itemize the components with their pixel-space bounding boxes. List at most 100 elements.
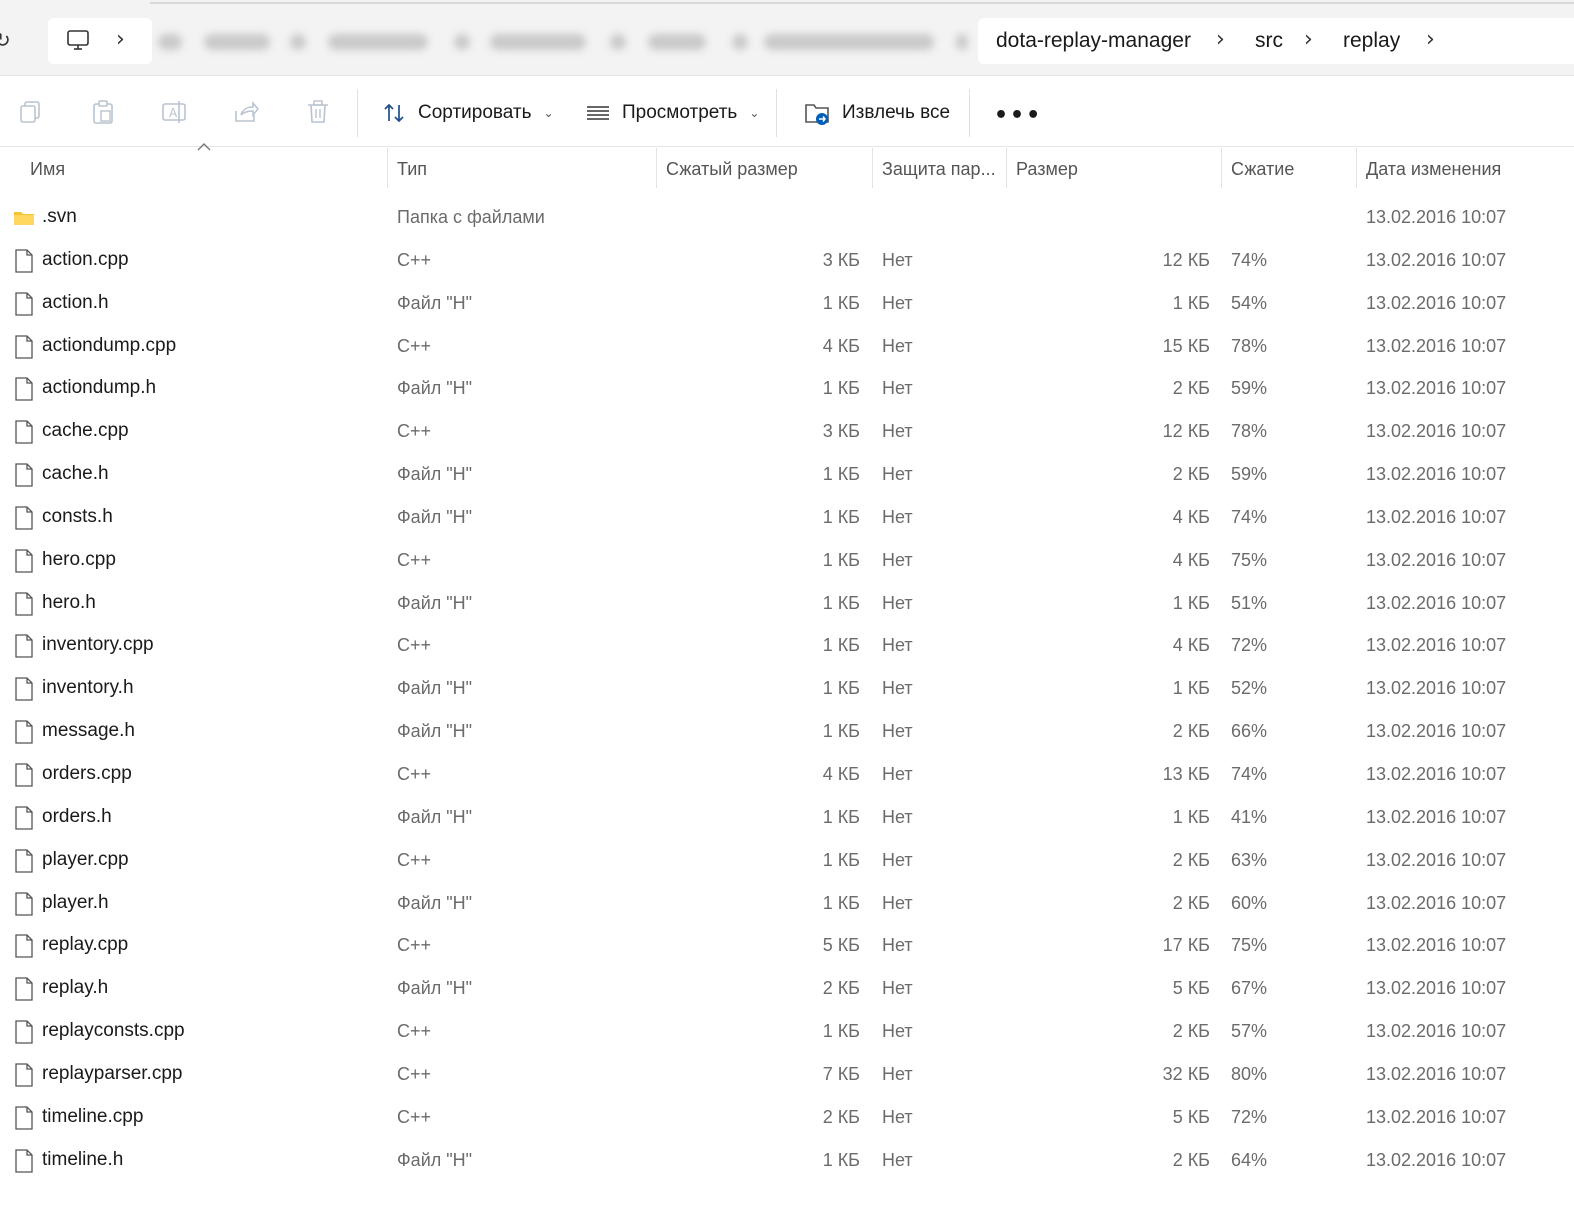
file-date-modified: 13.02.2016 10:07 <box>1366 763 1507 784</box>
view-button[interactable]: Просмотреть ⌄ <box>586 97 759 129</box>
file-password-protected: Нет <box>882 249 913 270</box>
file-row[interactable]: cache.cpp C++ 3 КБ Нет 12 КБ 78% 13.02.2016 10… <box>0 410 1574 453</box>
column-header-date-modified[interactable]: Дата изменения <box>1356 148 1574 192</box>
file-compressed-size: 1 КБ <box>822 464 860 485</box>
file-row[interactable]: hero.cpp C++ 1 КБ Нет 4 КБ 75% 13.02.2016 10:0… <box>0 539 1574 582</box>
file-row[interactable]: message.h Файл "H" 1 КБ Нет 2 КБ 66% 13.02.201… <box>0 710 1574 753</box>
paste-icon[interactable] <box>90 99 116 125</box>
column-header-name[interactable]: Имя <box>20 148 386 192</box>
file-size: 12 КБ <box>1162 249 1210 270</box>
file-size: 2 КБ <box>1172 721 1210 742</box>
chevron-right-icon[interactable]: › <box>1304 28 1320 52</box>
column-header-type[interactable]: Тип <box>387 148 655 192</box>
command-bar: A Сортировать ⌄ Просмотреть ⌄ Извлечь вс… <box>0 77 1574 147</box>
file-ratio: 75% <box>1231 549 1268 570</box>
file-type: Файл "H" <box>397 464 473 485</box>
extract-all-button[interactable]: Извлечь все <box>804 97 950 129</box>
file-row[interactable]: hero.h Файл "H" 1 КБ Нет 1 КБ 51% 13.02.2016 1… <box>0 582 1574 625</box>
chevron-right-icon[interactable]: › <box>116 28 132 52</box>
file-compressed-size: 4 КБ <box>822 335 860 356</box>
file-name: .svn <box>42 206 77 227</box>
file-row[interactable]: replayparser.cpp C++ 7 КБ Нет 32 КБ 80% 13.02.… <box>0 1053 1574 1096</box>
file-type: Файл "H" <box>397 1149 473 1170</box>
file-size <box>1010 196 1210 239</box>
file-type: C++ <box>397 1021 432 1042</box>
file-row[interactable]: replay.cpp C++ 5 КБ Нет 17 КБ 75% 13.02.2016 1… <box>0 924 1574 967</box>
chevron-right-icon[interactable]: › <box>1426 28 1442 52</box>
file-date-modified: 13.02.2016 10:07 <box>1366 378 1507 399</box>
column-header-compressed-size[interactable]: Сжатый размер <box>656 148 871 192</box>
column-header-size[interactable]: Размер <box>1006 148 1220 192</box>
file-row[interactable]: inventory.h Файл "H" 1 КБ Нет 1 КБ 52% 13.02.2… <box>0 667 1574 710</box>
copy-icon[interactable] <box>18 99 44 125</box>
file-size: 4 КБ <box>1172 506 1210 527</box>
breadcrumb-dota-replay-manager[interactable]: dota-replay-manager <box>996 28 1191 54</box>
file-row[interactable]: cache.h Файл "H" 1 КБ Нет 2 КБ 59% 13.02.2016 … <box>0 453 1574 496</box>
file-name: action.cpp <box>42 248 129 270</box>
rename-icon[interactable]: A <box>161 99 187 125</box>
file-size: 15 КБ <box>1162 335 1210 356</box>
column-header-ratio[interactable]: Сжатие <box>1221 148 1355 192</box>
file-date-modified: 13.02.2016 10:07 <box>1366 1106 1507 1127</box>
file-ratio: 74% <box>1231 763 1268 784</box>
file-row[interactable]: actiondump.cpp C++ 4 КБ Нет 15 КБ 78% 13.02.20… <box>0 325 1574 368</box>
file-ratio: 72% <box>1231 635 1268 656</box>
file-size: 5 КБ <box>1172 978 1210 999</box>
file-password-protected: Нет <box>882 378 913 399</box>
computer-icon <box>67 30 89 50</box>
toolbar-divider <box>776 89 777 137</box>
file-size: 2 КБ <box>1172 849 1210 870</box>
file-icon <box>15 292 33 316</box>
file-size: 2 КБ <box>1172 378 1210 399</box>
file-type: Файл "H" <box>397 506 473 527</box>
file-icon <box>15 806 33 830</box>
file-row[interactable]: player.cpp C++ 1 КБ Нет 2 КБ 63% 13.02.2016 10… <box>0 839 1574 882</box>
file-row[interactable]: inventory.cpp C++ 1 КБ Нет 4 КБ 72% 13.02.2016… <box>0 624 1574 667</box>
file-type: Файл "H" <box>397 892 473 913</box>
toolbar-divider <box>969 89 970 137</box>
more-options-icon[interactable]: ••• <box>994 103 1042 128</box>
column-header-password-protected[interactable]: Защита пар... <box>872 148 1005 192</box>
file-type: C++ <box>397 335 432 356</box>
file-row[interactable]: timeline.h Файл "H" 1 КБ Нет 2 КБ 64% 13.02.20… <box>0 1139 1574 1182</box>
file-date-modified: 13.02.2016 10:07 <box>1366 592 1507 613</box>
file-password-protected: Нет <box>882 849 913 870</box>
file-row[interactable]: player.h Файл "H" 1 КБ Нет 2 КБ 60% 13.02.2016… <box>0 882 1574 925</box>
chevron-down-icon: ⌄ <box>749 106 760 120</box>
refresh-icon[interactable]: ↻ <box>0 28 16 54</box>
chevron-down-icon: ⌄ <box>543 106 554 120</box>
file-row[interactable]: action.cpp C++ 3 КБ Нет 12 КБ 74% 13.02.2016 1… <box>0 239 1574 282</box>
file-password-protected: Нет <box>882 464 913 485</box>
view-label: Просмотреть <box>622 102 738 123</box>
file-name: hero.cpp <box>42 548 116 570</box>
file-row[interactable]: consts.h Файл "H" 1 КБ Нет 4 КБ 74% 13.02.2016… <box>0 496 1574 539</box>
file-row[interactable]: action.h Файл "H" 1 КБ Нет 1 КБ 54% 13.02.2016… <box>0 282 1574 325</box>
share-icon[interactable] <box>233 99 259 125</box>
file-ratio: 80% <box>1231 1063 1268 1084</box>
file-row[interactable]: replayconsts.cpp C++ 1 КБ Нет 2 КБ 57% 13.02.2… <box>0 1010 1574 1053</box>
file-row[interactable]: orders.h Файл "H" 1 КБ Нет 1 КБ 41% 13.02.2016… <box>0 796 1574 839</box>
file-row[interactable]: replay.h Файл "H" 2 КБ Нет 5 КБ 67% 13.02.2016… <box>0 967 1574 1010</box>
file-ratio: 72% <box>1231 1106 1268 1127</box>
file-compressed-size: 1 КБ <box>822 1149 860 1170</box>
file-date-modified: 13.02.2016 10:07 <box>1366 721 1507 742</box>
sort-button[interactable]: Сортировать ⌄ <box>382 97 554 129</box>
file-row[interactable]: timeline.cpp C++ 2 КБ Нет 5 КБ 72% 13.02.2016 … <box>0 1096 1574 1139</box>
breadcrumb-replay[interactable]: replay <box>1343 28 1400 54</box>
file-type: C++ <box>397 421 432 442</box>
breadcrumb-src[interactable]: src <box>1255 28 1283 54</box>
file-name: orders.h <box>42 805 112 827</box>
this-pc-button[interactable] <box>48 18 152 64</box>
file-password-protected: Нет <box>882 763 913 784</box>
file-date-modified: 13.02.2016 10:07 <box>1366 335 1507 356</box>
delete-icon[interactable] <box>305 99 331 125</box>
file-name: hero.h <box>42 591 96 613</box>
file-date-modified: 13.02.2016 10:07 <box>1366 1149 1507 1170</box>
file-row[interactable]: .svn Папка с файлами 13.02.2016 10:07 <box>0 196 1574 239</box>
chevron-right-icon[interactable]: › <box>1216 28 1232 52</box>
file-ratio: 67% <box>1231 978 1268 999</box>
file-ratio: 59% <box>1231 464 1268 485</box>
file-date-modified: 13.02.2016 10:07 <box>1366 464 1507 485</box>
file-row[interactable]: actiondump.h Файл "H" 1 КБ Нет 2 КБ 59% 13.02.… <box>0 367 1574 410</box>
file-row[interactable]: orders.cpp C++ 4 КБ Нет 13 КБ 74% 13.02.2016 1… <box>0 753 1574 796</box>
